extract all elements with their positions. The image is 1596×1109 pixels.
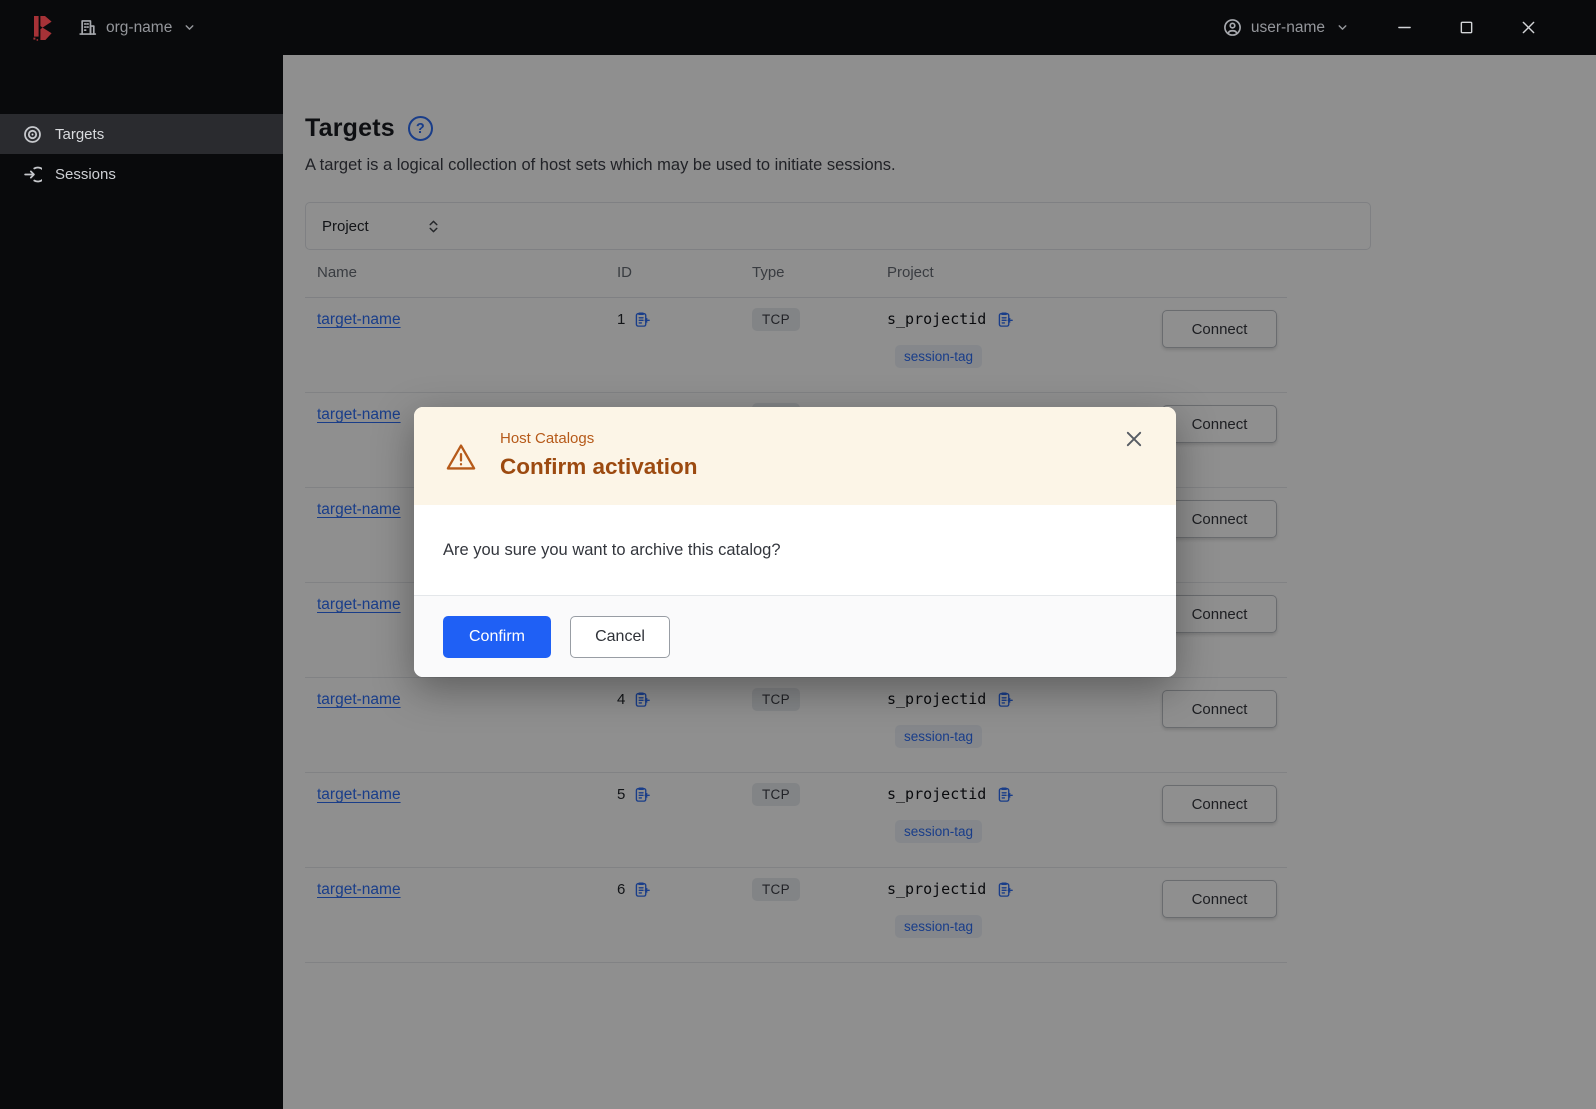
boundary-logo-icon	[30, 15, 56, 41]
app-window: org-name user-name Targets Sessions Targ…	[0, 0, 1596, 1109]
chevron-down-icon	[183, 21, 196, 34]
main-content: Targets ? A target is a logical collecti…	[283, 55, 1596, 1109]
close-icon	[1521, 20, 1536, 35]
dialog-tagline: Host Catalogs	[500, 430, 595, 447]
titlebar: org-name user-name	[0, 0, 1596, 55]
minimize-icon	[1397, 20, 1412, 35]
close-window-button[interactable]	[1521, 20, 1536, 35]
sidebar-item-label: Sessions	[55, 165, 116, 183]
sidebar-item-sessions[interactable]: Sessions	[0, 154, 283, 194]
window-controls	[1397, 20, 1536, 35]
user-name-label: user-name	[1250, 18, 1325, 36]
dialog-header: Host Catalogs Confirm activation	[414, 407, 1176, 505]
maximize-icon	[1459, 20, 1474, 35]
chevron-down-icon	[1336, 21, 1349, 34]
minimize-button[interactable]	[1397, 20, 1412, 35]
warning-triangle-icon	[445, 442, 477, 472]
org-name-label: org-name	[106, 18, 173, 36]
session-arrow-icon	[23, 165, 42, 184]
target-bullseye-icon	[23, 125, 42, 144]
user-menu[interactable]: user-name	[1223, 18, 1349, 37]
dialog-close-button[interactable]	[1123, 429, 1145, 451]
close-icon	[1125, 430, 1143, 448]
dialog-footer: Confirm Cancel	[414, 595, 1176, 677]
dialog-title: Confirm activation	[500, 454, 698, 479]
user-avatar-icon	[1223, 18, 1242, 37]
maximize-button[interactable]	[1459, 20, 1474, 35]
dialog-body: Are you sure you want to archive this ca…	[414, 505, 1176, 595]
confirm-button[interactable]: Confirm	[443, 615, 551, 658]
sidebar: Targets Sessions	[0, 55, 283, 1109]
org-menu[interactable]: org-name	[78, 18, 196, 37]
sidebar-item-targets[interactable]: Targets	[0, 114, 283, 154]
confirm-dialog: Host Catalogs Confirm activation Are you…	[414, 407, 1176, 677]
sidebar-item-label: Targets	[55, 125, 105, 143]
dialog-message: Are you sure you want to archive this ca…	[443, 540, 781, 559]
cancel-button[interactable]: Cancel	[570, 615, 670, 658]
org-building-icon	[78, 18, 97, 37]
